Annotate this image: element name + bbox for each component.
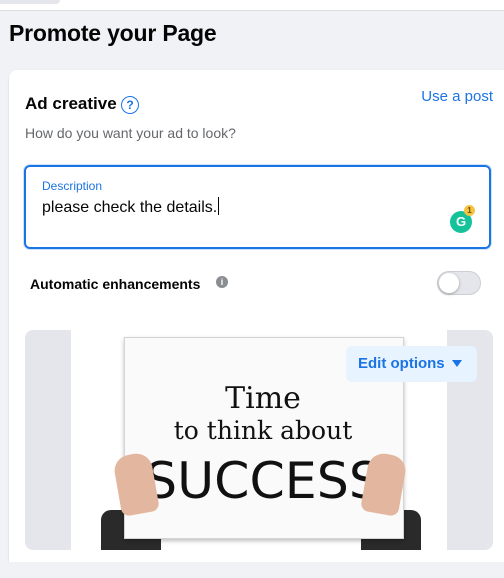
use-a-post-link[interactable]: Use a post <box>421 88 493 105</box>
automatic-enhancements-label: Automatic enhancements <box>30 276 201 292</box>
top-bar <box>0 0 504 11</box>
sign-line-2: to think about <box>174 416 353 445</box>
help-icon[interactable]: ? <box>121 96 139 114</box>
sign-line-1: Time <box>225 381 301 416</box>
ad-creative-card: Ad creative ? Use a post How do you want… <box>9 70 504 578</box>
caret-down-icon <box>452 360 462 367</box>
grammarly-count-badge: 1 <box>464 205 475 216</box>
page-title: Promote your Page <box>9 20 217 46</box>
description-label: Description <box>42 179 103 193</box>
edit-options-label: Edit options <box>358 355 445 372</box>
automatic-enhancements-toggle[interactable] <box>437 271 481 295</box>
description-text: please check the details. <box>42 199 218 216</box>
bottom-edge <box>0 562 504 578</box>
ad-creative-subtitle: How do you want your ad to look? <box>25 125 236 141</box>
info-icon[interactable]: i <box>216 276 228 288</box>
description-field[interactable]: Description please check the details. G … <box>24 165 491 249</box>
description-input[interactable]: please check the details. <box>42 197 220 217</box>
sign-line-3: SUCCESS <box>145 452 381 510</box>
ad-media-preview: Time to think about SUCCESS Edit options <box>25 330 493 550</box>
top-tab-edge <box>0 0 60 4</box>
ad-creative-title: Ad creative <box>25 94 117 113</box>
toggle-knob <box>439 273 459 293</box>
edit-options-button[interactable]: Edit options <box>346 346 477 382</box>
text-cursor <box>218 197 220 215</box>
